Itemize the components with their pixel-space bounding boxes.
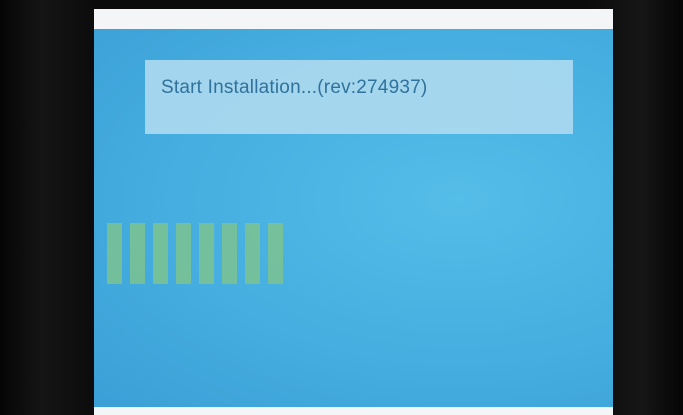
installation-progress-bar [107,223,283,284]
progress-block [107,223,122,284]
progress-block [176,223,191,284]
progress-block [245,223,260,284]
status-message-box: Start Installation...(rev:274937) [145,60,573,134]
progress-block [268,223,283,284]
progress-block [153,223,168,284]
progress-block [130,223,145,284]
installation-status-text: Start Installation...(rev:274937) [161,77,428,98]
progress-block [222,223,237,284]
screen-frame: Start Installation...(rev:274937) [94,9,613,415]
installer-screen: Start Installation...(rev:274937) [94,29,613,407]
progress-block [199,223,214,284]
